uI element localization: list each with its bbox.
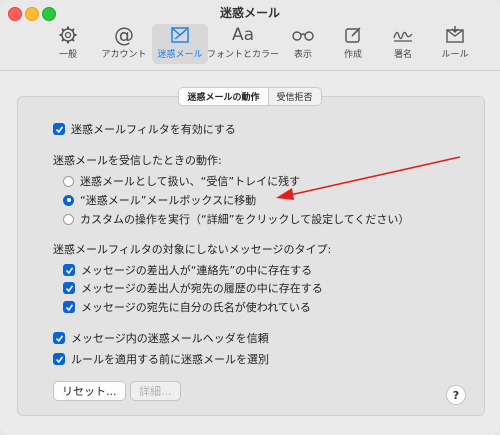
annotation-arrow — [276, 156, 461, 200]
mail-preferences-window: 迷惑メール 一般 @ アカウント 迷惑メール Aa フォントとカラー 表示 作成… — [0, 0, 500, 435]
